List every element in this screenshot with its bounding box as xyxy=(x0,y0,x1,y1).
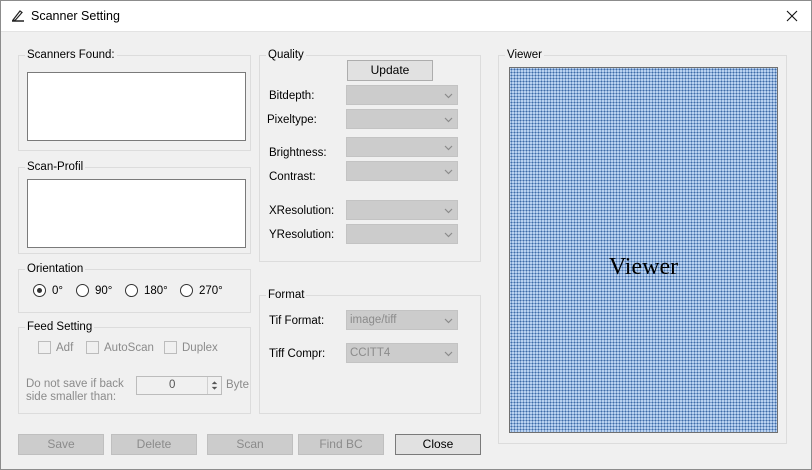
chevron-down-icon xyxy=(444,145,453,151)
viewer-placeholder-text: Viewer xyxy=(608,254,679,280)
close-window-icon[interactable] xyxy=(781,5,803,27)
chevron-down-icon xyxy=(444,318,453,324)
duplex-label: Duplex xyxy=(182,342,218,354)
orientation-label-0: 0° xyxy=(52,285,63,297)
scanner-app-icon xyxy=(11,10,24,22)
brightness-label: Brightness: xyxy=(269,147,327,159)
tiff-compr-value: CCITT4 xyxy=(350,347,391,359)
chevron-down-icon xyxy=(444,351,453,357)
orientation-radio-90[interactable] xyxy=(76,284,89,297)
scan-button[interactable]: Scan xyxy=(207,434,293,455)
autoscan-checkbox[interactable] xyxy=(86,341,99,354)
pixeltype-select[interactable] xyxy=(346,109,458,129)
delete-button[interactable]: Delete xyxy=(111,434,197,455)
viewer-group-label: Viewer xyxy=(505,48,544,62)
skip-size-label-line2: side smaller than: xyxy=(26,391,117,403)
scan-profil-label: Scan-Profil xyxy=(25,160,86,174)
skip-size-unit: Byte xyxy=(226,379,250,391)
tiff-compr-select[interactable]: CCITT4 xyxy=(346,343,458,363)
image-viewer[interactable]: Viewer xyxy=(509,67,778,433)
chevron-down-icon xyxy=(444,208,453,214)
duplex-checkbox[interactable] xyxy=(164,341,177,354)
skip-size-label-line1: Do not save if back xyxy=(26,378,124,390)
contrast-label: Contrast: xyxy=(269,171,316,183)
brightness-select[interactable] xyxy=(346,137,458,157)
orientation-radio-0[interactable] xyxy=(33,284,46,297)
adf-label: Adf xyxy=(56,342,74,354)
scanners-found-label: Scanners Found: xyxy=(25,48,117,62)
chevron-down-icon xyxy=(444,169,453,175)
orientation-label-270: 270° xyxy=(199,285,223,297)
skip-size-input[interactable]: 0 xyxy=(136,376,222,395)
chevron-down-icon xyxy=(444,93,453,99)
format-label: Format xyxy=(266,288,307,302)
skip-size-value: 0 xyxy=(169,379,176,391)
close-button[interactable]: Close xyxy=(395,434,481,455)
yresolution-select[interactable] xyxy=(346,224,458,244)
scan-profil-list[interactable] xyxy=(27,179,246,248)
autoscan-label: AutoScan xyxy=(104,342,154,354)
spinner-arrows-icon[interactable] xyxy=(207,377,221,394)
chevron-down-icon xyxy=(444,117,453,123)
orientation-label-90: 90° xyxy=(95,285,113,297)
orientation-label-180: 180° xyxy=(144,285,168,297)
tiff-compr-label: Tiff Compr: xyxy=(269,348,326,360)
pixeltype-label: Pixeltype: xyxy=(267,114,317,126)
contrast-select[interactable] xyxy=(346,161,458,181)
scanners-list[interactable] xyxy=(27,72,246,141)
update-button[interactable]: Update xyxy=(347,60,433,81)
chevron-down-icon xyxy=(444,232,453,238)
yresolution-label: YResolution: xyxy=(269,229,335,241)
tif-format-select[interactable]: image/tiff xyxy=(346,310,458,330)
scanner-setting-window: Scanner Setting Scanners Found: Scan-Pro… xyxy=(0,0,812,470)
xresolution-label: XResolution: xyxy=(269,205,335,217)
adf-checkbox[interactable] xyxy=(38,341,51,354)
bitdepth-select[interactable] xyxy=(346,85,458,105)
orientation-radio-270[interactable] xyxy=(180,284,193,297)
feed-setting-label: Feed Setting xyxy=(25,320,95,334)
orientation-radio-180[interactable] xyxy=(125,284,138,297)
orientation-label: Orientation xyxy=(25,262,86,276)
find-bc-button[interactable]: Find BC xyxy=(298,434,384,455)
window-title: Scanner Setting xyxy=(31,9,120,23)
xresolution-select[interactable] xyxy=(346,200,458,220)
tif-format-value: image/tiff xyxy=(350,314,397,326)
bitdepth-label: Bitdepth: xyxy=(269,90,315,102)
title-bar: Scanner Setting xyxy=(1,1,811,32)
save-button[interactable]: Save xyxy=(18,434,104,455)
quality-label: Quality xyxy=(266,48,306,62)
tif-format-label: Tif Format: xyxy=(269,315,325,327)
